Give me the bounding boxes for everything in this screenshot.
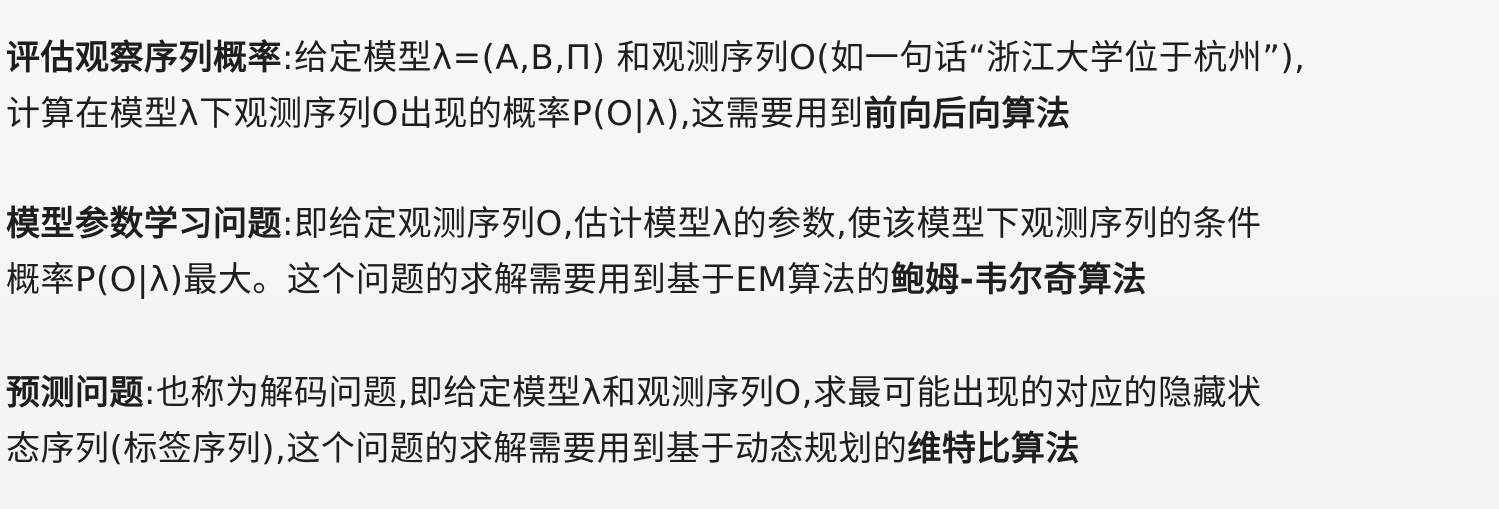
section-text: :给定模型λ=(A,B,Π) 和观测序列O(如一句话“浙江大学位于杭州”), [282, 38, 1306, 78]
section-heading: 模型参数学习问题 [6, 204, 282, 244]
section-heading: 评估观察序列概率 [6, 38, 282, 78]
section-line-1: 预测问题:也称为解码问题,即给定模型λ和观测序列O,求最可能出现的对应的隐藏状 [6, 365, 1486, 421]
section-text: :也称为解码问题,即给定模型λ和观测序列O,求最可能出现的对应的隐藏状 [144, 373, 1262, 413]
section-line-1: 模型参数学习问题:即给定观测序列O,估计模型λ的参数,使该模型下观测序列的条件 [6, 196, 1486, 252]
section-heading: 预测问题 [6, 373, 144, 413]
slide: 评估观察序列概率:给定模型λ=(A,B,Π) 和观测序列O(如一句话“浙江大学位… [0, 0, 1499, 509]
section-line-1: 评估观察序列概率:给定模型λ=(A,B,Π) 和观测序列O(如一句话“浙江大学位… [6, 30, 1486, 86]
section-learning: 模型参数学习问题:即给定观测序列O,估计模型λ的参数,使该模型下观测序列的条件 … [6, 196, 1486, 308]
algorithm-name: 前向后向算法 [863, 94, 1071, 134]
section-text: :即给定观测序列O,估计模型λ的参数,使该模型下观测序列的条件 [282, 204, 1262, 244]
algorithm-name: 鲍姆-韦尔奇算法 [890, 260, 1147, 300]
section-evaluation: 评估观察序列概率:给定模型λ=(A,B,Π) 和观测序列O(如一句话“浙江大学位… [6, 30, 1486, 142]
section-line-2: 概率P(O|λ)最大。这个问题的求解需要用到基于EM算法的鲍姆-韦尔奇算法 [6, 252, 1486, 308]
section-text: 概率P(O|λ)最大。这个问题的求解需要用到基于EM算法的 [6, 260, 891, 300]
section-text: 计算在模型λ下观测序列O出现的概率P(O|λ),这需要用到 [6, 94, 864, 134]
section-prediction: 预测问题:也称为解码问题,即给定模型λ和观测序列O,求最可能出现的对应的隐藏状 … [6, 365, 1486, 477]
algorithm-name: 维特比算法 [907, 429, 1080, 469]
section-line-2: 态序列(标签序列),这个问题的求解需要用到基于动态规划的维特比算法 [6, 421, 1486, 477]
section-line-2: 计算在模型λ下观测序列O出现的概率P(O|λ),这需要用到前向后向算法 [6, 86, 1486, 142]
section-text: 态序列(标签序列),这个问题的求解需要用到基于动态规划的 [6, 429, 908, 469]
